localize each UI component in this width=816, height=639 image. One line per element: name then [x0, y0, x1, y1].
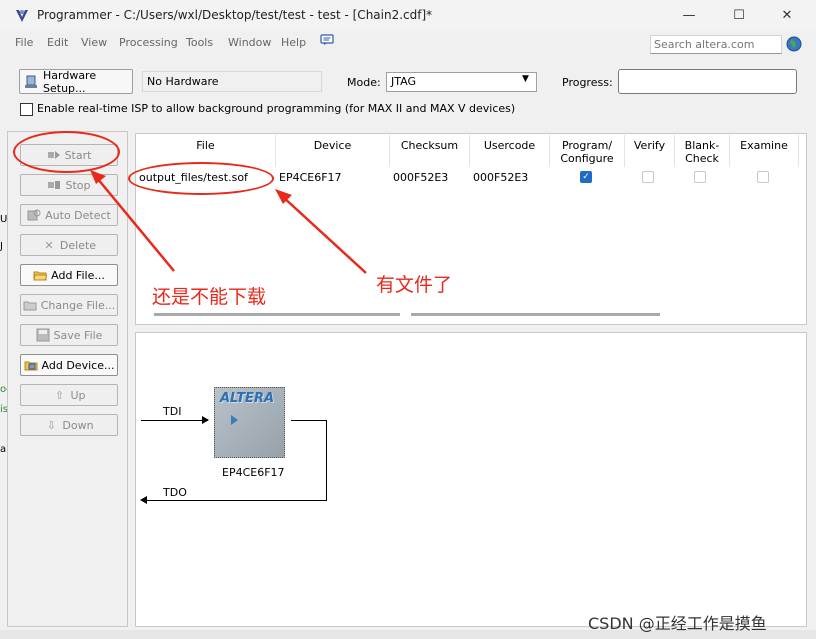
arrow-to-start [96, 177, 175, 272]
annotation-has-file: 有文件了 [376, 274, 453, 296]
watermark: CSDN @正经工作是摸鱼 [588, 614, 767, 633]
annotation-cannot-download: 还是不能下载 [152, 286, 267, 308]
arrowhead-start [90, 170, 106, 184]
arrow-to-file [281, 195, 367, 274]
annotation-arrows [90, 170, 367, 274]
